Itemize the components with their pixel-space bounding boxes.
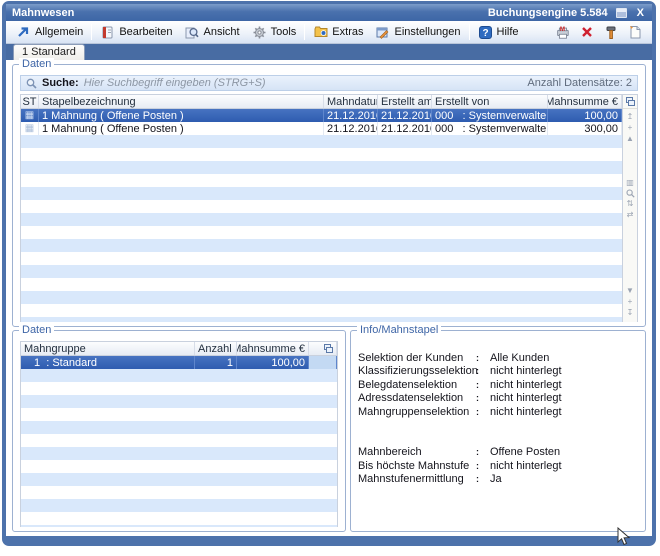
mouse-cursor	[617, 527, 632, 547]
menu-allgemein[interactable]: Allgemein	[10, 23, 89, 41]
col-mahnsumme[interactable]: Mahnsumme €	[548, 95, 622, 108]
info-mahnstapel-group: Info/Mahnstapel Selektion der Kunden : A…	[350, 330, 646, 532]
main-daten-group: Daten Suche: Hier Suchbegriff eingeben (…	[12, 64, 646, 327]
svg-text:M: M	[560, 26, 565, 33]
gear-icon	[252, 25, 267, 39]
empty-rows	[21, 135, 622, 322]
table-side-toolbar: ↥ + ▲ ▥ ⇅ ⇄ ▼ + ↧	[622, 95, 637, 322]
window-restore-icon[interactable]	[616, 8, 627, 18]
sort-icon[interactable]: ⇅	[627, 199, 634, 209]
record-count: Anzahl Datensätze: 2	[527, 77, 632, 89]
print-dunning-icon[interactable]: M	[555, 25, 570, 39]
search-input[interactable]: Suche: Hier Suchbegriff eingeben (STRG+S…	[20, 75, 638, 91]
add-row-icon[interactable]: +	[628, 123, 633, 133]
menu-hilfe[interactable]: ? Hilfe	[472, 23, 525, 41]
titlebar[interactable]: Mahnwesen Buchungsengine 5.584 X	[6, 4, 652, 21]
search-placeholder: Hier Suchbegriff eingeben (STRG+S)	[84, 77, 266, 89]
group-label: Info/Mahnstapel	[357, 324, 441, 336]
menu-einstellungen[interactable]: Einstellungen	[369, 23, 466, 41]
menu-extras[interactable]: Extras	[307, 23, 369, 41]
help-question-icon: ?	[478, 25, 493, 39]
col-erstellt-von[interactable]: Erstellt von	[432, 95, 548, 108]
row-down-icon[interactable]: ▼	[626, 286, 634, 296]
menu-bearbeiten[interactable]: Bearbeiten	[94, 23, 178, 41]
app-version-label: Buchungsengine 5.584	[488, 7, 608, 19]
col-erstellt-am[interactable]: Erstellt am	[378, 95, 432, 108]
toolbar: Allgemein Bearbeiten Ansicht Tools Extra…	[6, 21, 652, 44]
folder-icon	[313, 25, 328, 39]
close-button[interactable]: X	[635, 7, 646, 19]
columns-icon[interactable]: ▥	[626, 178, 634, 188]
group-label: Daten	[19, 58, 54, 70]
mahngruppe-table: Mahngruppe Anzahl Mahnsumme € 1 : Standa…	[20, 341, 338, 527]
copy-grid-icon[interactable]	[324, 344, 333, 353]
search-icon	[26, 78, 37, 89]
batch-table: ST Stapelbezeichnung Mahndatum Erstellt …	[20, 94, 638, 322]
toolbar-separator	[91, 24, 92, 40]
settings-icon	[375, 25, 390, 39]
hammer-post-icon[interactable]	[603, 25, 618, 39]
info-row: Mahngruppenselektion : nicht hinterlegt	[358, 405, 638, 419]
col-mahngruppe[interactable]: Mahngruppe	[21, 342, 195, 355]
scroll-top-icon[interactable]: ↥	[627, 112, 634, 122]
zoom-icon[interactable]	[626, 189, 635, 198]
col-mahnsumme2[interactable]: Mahnsumme €	[237, 342, 309, 355]
menu-tools[interactable]: Tools	[246, 23, 303, 41]
arrow-up-right-icon	[16, 25, 31, 39]
col-mahndatum[interactable]: Mahndatum	[324, 95, 378, 108]
group-label: Daten	[19, 324, 54, 336]
edit-book-icon	[100, 25, 115, 39]
batch-grid-icon: ▦	[25, 111, 34, 121]
empty-rows	[21, 369, 337, 527]
table-row-selected[interactable]: ▦ 1 Mahnung ( Offene Posten ) 21.12.2016…	[21, 109, 622, 122]
col-st[interactable]: ST	[21, 95, 39, 108]
add-row-bottom-icon[interactable]: +	[628, 297, 633, 307]
batch-grid-icon: ▦	[25, 124, 34, 134]
batch-table-header: ST Stapelbezeichnung Mahndatum Erstellt …	[21, 95, 622, 109]
table-row[interactable]: ▦ 1 Mahnung ( Offene Posten ) 21.12.2016…	[21, 122, 622, 135]
app-window: Mahnwesen Buchungsengine 5.584 X Allgeme…	[2, 1, 656, 546]
window-title: Mahnwesen	[12, 7, 74, 19]
mahngruppe-group: Daten Mahngruppe Anzahl Mahnsumme € 1 : …	[12, 330, 346, 532]
toolbar-separator	[304, 24, 305, 40]
col-stapelbezeichnung[interactable]: Stapelbezeichnung	[39, 95, 324, 108]
content-area: Daten Suche: Hier Suchbegriff eingeben (…	[6, 60, 652, 536]
info-row: Selektion der Kunden : Alle Kunden	[358, 351, 638, 365]
new-document-icon[interactable]	[627, 25, 642, 39]
svg-text:?: ?	[482, 28, 488, 39]
info-row: Belegdatenselektion : nicht hinterlegt	[358, 378, 638, 392]
info-list: Selektion der Kunden : Alle Kunden Klass…	[358, 351, 638, 486]
info-row: Klassifizierungsselektion : nicht hinter…	[358, 365, 638, 379]
delete-x-icon[interactable]	[579, 25, 594, 39]
copy-grid-icon[interactable]	[626, 97, 635, 106]
tab-bar: 1 Standard	[6, 44, 652, 60]
table-row-selected[interactable]: 1 : Standard 1 100,00	[21, 356, 337, 369]
mahngruppe-table-header: Mahngruppe Anzahl Mahnsumme €	[21, 342, 337, 356]
swap-icon[interactable]: ⇄	[627, 210, 634, 220]
row-up-icon[interactable]: ▲	[626, 134, 634, 144]
magnifier-view-icon	[185, 25, 200, 39]
search-label: Suche:	[42, 77, 79, 89]
info-row: Adressdatenselektion : nicht hinterlegt	[358, 392, 638, 406]
col-anzahl[interactable]: Anzahl	[195, 342, 237, 355]
scroll-bottom-icon[interactable]: ↧	[627, 308, 634, 318]
info-row: Bis höchste Mahnstufe : nicht hinterlegt	[358, 459, 638, 473]
menu-ansicht[interactable]: Ansicht	[179, 23, 246, 41]
info-row: Mahnstufenermittlung : Ja	[358, 473, 638, 487]
info-row: Mahnbereich : Offene Posten	[358, 446, 638, 460]
toolbar-separator	[469, 24, 470, 40]
